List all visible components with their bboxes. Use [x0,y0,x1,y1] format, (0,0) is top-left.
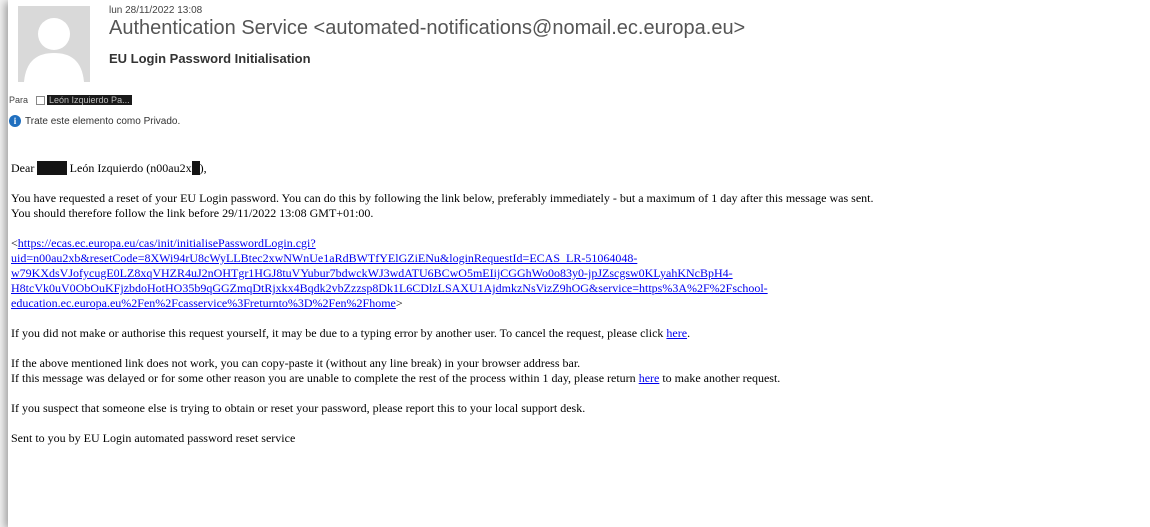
info-icon: i [9,115,21,127]
link-close-bracket: > [395,296,403,310]
new-request-link[interactable]: here [639,371,660,385]
reset-link-line: https://ecas.ec.europa.eu/cas/init/initi… [17,236,316,250]
message-date: lun 28/11/2022 13:08 [109,5,203,16]
reset-password-link[interactable]: https://ecas.ec.europa.eu/cas/init/initi… [11,236,768,310]
sender-name[interactable]: Authentication Service <automated-notifi… [109,17,745,40]
greeting-suffix: ), [199,161,207,175]
cancel-text: If you did not make or authorise this re… [11,326,664,340]
message-subject: EU Login Password Initialisation [109,51,311,66]
cancel-request-link[interactable]: here [666,326,687,340]
reset-link-line: w79KXdsVJofycugE0LZ8xqVHZR4uJ2nOHTgr1HGJ… [11,266,733,280]
paragraph-reset-link: <https://ecas.ec.europa.eu/cas/init/init… [11,236,1150,311]
email-reading-pane: lun 28/11/2022 13:08 Authentication Serv… [8,0,1150,527]
greeting-prefix: Dear [11,161,35,175]
paragraph-cancel: If you did not make or authorise this re… [11,326,1150,341]
person-silhouette-icon [18,6,90,82]
reset-link-line: uid=n00au2xb&resetCode=8XWi94rU8cWyLLBte… [11,251,638,265]
recipient-name[interactable]: León Izquierdo Pa... [47,95,132,105]
cancel-end: . [687,326,691,340]
to-label: Para [9,95,29,105]
request-line-1: You have requested a reset of your EU Lo… [11,191,874,205]
paragraph-support: If you suspect that someone else is tryi… [11,401,586,415]
paragraph-request: You have requested a reset of your EU Lo… [11,191,1150,221]
message-body: Dear Pablo León Izquierdo (n00au2xb), Yo… [11,161,1150,461]
paragraph-copy-paste: If the above mentioned link does not wor… [11,356,1150,386]
greeting: Dear Pablo León Izquierdo (n00au2xb), [11,161,1150,176]
checkbox-icon [36,95,46,105]
request-line-2: You should therefore follow the link bef… [11,206,374,220]
signature: Sent to you by EU Login automated passwo… [11,431,296,445]
reset-link-line: H8tcVk0uV0ObOuKFjzbdoHotHO35b9qGGZmqDtRj… [11,281,768,295]
delayed-text-end: to make another request. [662,371,781,385]
link-open-bracket: < [11,236,18,250]
recipient-row: Para León Izquierdo Pa... [9,93,132,107]
privacy-notice: i Trate este elemento como Privado. [9,114,180,128]
redacted-first-name: Pablo [37,161,67,175]
sender-avatar [18,6,90,82]
reset-link-line: education.ec.europa.eu%2Fen%2Fcasservice… [11,296,396,310]
privacy-notice-text: Trate este elemento como Privado. [25,115,181,127]
delayed-text: If this message was delayed or for some … [11,371,636,385]
copy-paste-text: If the above mentioned link does not wor… [11,356,581,370]
greeting-name: León Izquierdo (n00au2x [69,161,192,175]
redacted-uid-char: b [191,161,200,175]
